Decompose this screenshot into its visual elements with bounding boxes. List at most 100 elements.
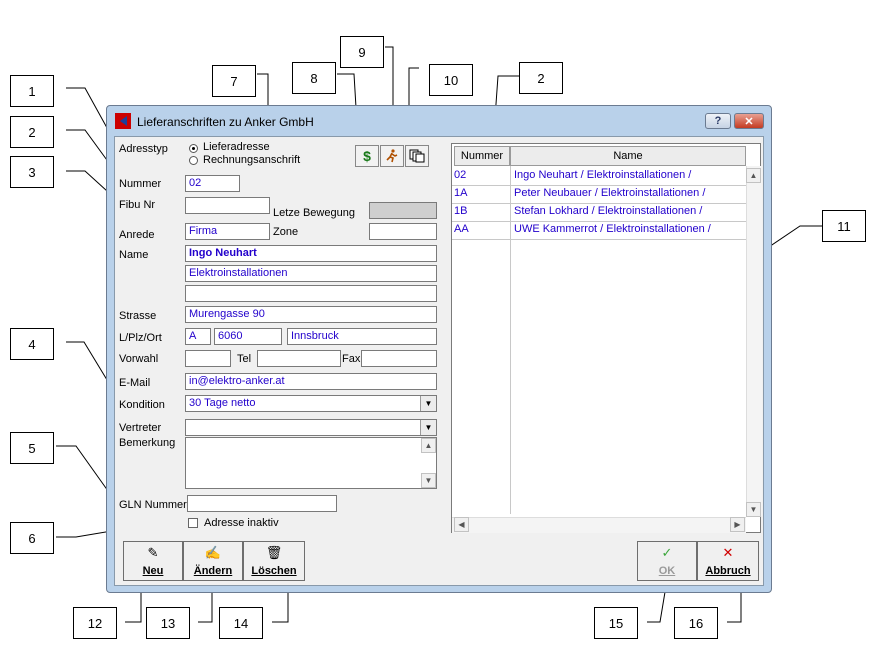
callout-8: 8 — [292, 62, 336, 94]
vertical-scrollbar[interactable] — [746, 166, 762, 516]
address-list-grid[interactable]: Nummer Name 02 Ingo Neuhart / Elektroins… — [451, 143, 762, 533]
horizontal-scrollbar[interactable] — [452, 517, 746, 533]
hand-writing-icon: ✍ — [204, 545, 222, 560]
close-button[interactable]: ✕ — [734, 113, 764, 129]
loeschen-button-label: Löschen — [251, 565, 297, 577]
vorwahl-label: Vorwahl — [119, 353, 159, 365]
table-row[interactable]: 02 Ingo Neuhart / Elektroinstallationen … — [452, 168, 746, 186]
nummer-label: Nummer — [119, 178, 162, 190]
neu-button[interactable]: ✎ Neu — [123, 541, 183, 581]
fax-field[interactable] — [361, 350, 437, 367]
column-header-name[interactable]: Name — [510, 146, 746, 166]
gln-label: GLN Nummer — [119, 499, 187, 511]
fibu-label: Fibu Nr — [119, 199, 156, 211]
radio-rechnungsanschrift[interactable] — [189, 156, 198, 165]
email-label: E-Mail — [119, 377, 151, 389]
tel-label: Tel — [237, 353, 252, 365]
callout-10: 10 — [429, 64, 473, 96]
app-logo-icon — [115, 113, 131, 129]
bemerkung-textarea[interactable]: ▲ ▼ — [185, 437, 437, 489]
cell-nummer: 1B — [454, 205, 468, 217]
radio-lieferadresse[interactable] — [189, 144, 198, 153]
callout-2: 2 — [10, 116, 54, 148]
ok-button[interactable]: ✓ OK — [637, 541, 697, 581]
vorwahl-field[interactable] — [185, 350, 231, 367]
callout-16: 16 — [674, 607, 718, 639]
table-row[interactable]: 1B Stefan Lokhard / Elektroinstallatione… — [452, 204, 746, 222]
callout-1: 1 — [10, 75, 54, 107]
running-person-icon[interactable] — [380, 145, 404, 167]
kondition-select[interactable]: 30 Tage netto ▼ — [185, 395, 437, 412]
aendern-button[interactable]: ✍ Ändern — [183, 541, 243, 581]
window-title: Lieferanschriften zu Anker GmbH — [137, 115, 314, 129]
vertreter-select[interactable]: ▼ — [185, 419, 437, 436]
aendern-button-label: Ändern — [193, 565, 233, 577]
letzte-bewegung-field — [369, 202, 437, 219]
name3-field[interactable] — [185, 285, 437, 302]
cell-nummer: AA — [454, 223, 469, 235]
tel-field[interactable] — [257, 350, 341, 367]
cancel-x-icon: ✕ — [722, 545, 734, 560]
cell-name: Stefan Lokhard / Elektroinstallationen / — [514, 205, 703, 217]
kondition-label: Kondition — [119, 399, 165, 411]
callout-5: 5 — [10, 432, 54, 464]
callout-7: 7 — [212, 65, 256, 97]
callout-6: 6 — [10, 522, 54, 554]
inaktiv-label: Adresse inaktiv — [204, 517, 279, 529]
callout-15: 15 — [594, 607, 638, 639]
anrede-field[interactable]: Firma — [185, 223, 270, 240]
bemerkung-label: Bemerkung — [119, 437, 176, 449]
trash-icon: 🗑 — [265, 545, 283, 560]
chevron-down-icon[interactable]: ▼ — [420, 396, 436, 411]
chevron-down-icon[interactable]: ▼ — [420, 420, 436, 435]
zone-label: Zone — [273, 226, 299, 238]
callout-14: 14 — [219, 607, 263, 639]
loeschen-button[interactable]: 🗑 Löschen — [243, 541, 305, 581]
name2-field[interactable]: Elektroinstallationen — [185, 265, 437, 282]
plz-field[interactable]: 6060 — [214, 328, 282, 345]
help-button[interactable]: ? — [705, 113, 731, 129]
abbruch-button-label: Abbruch — [705, 565, 751, 577]
cell-name: Ingo Neuhart / Elektroinstallationen / — [514, 169, 692, 181]
title-bar[interactable]: Lieferanschriften zu Anker GmbH ? ✕ — [107, 106, 771, 136]
dollar-icon[interactable]: $ — [355, 145, 379, 167]
gln-field[interactable] — [187, 495, 337, 512]
radio-lieferadresse-label: Lieferadresse — [203, 141, 270, 153]
zone-field[interactable] — [369, 223, 437, 240]
scroll-up-icon[interactable]: ▲ — [421, 438, 436, 453]
scroll-right-icon[interactable]: ▶ — [730, 517, 745, 532]
nummer-field[interactable]: 02 — [185, 175, 240, 192]
ok-button-label: OK — [658, 565, 676, 577]
pencil-icon: ✎ — [147, 545, 159, 560]
name-field[interactable]: Ingo Neuhart — [185, 245, 437, 262]
callout-4: 4 — [10, 328, 54, 360]
letzte-bewegung-label: Letze Bewegung — [273, 207, 355, 219]
copy-pages-icon[interactable] — [405, 145, 429, 167]
callout-11: 11 — [822, 210, 866, 242]
inaktiv-checkbox[interactable] — [188, 518, 198, 528]
column-header-nummer[interactable]: Nummer — [454, 146, 510, 166]
callout-3: 3 — [10, 156, 54, 188]
callout-13: 13 — [146, 607, 190, 639]
table-row[interactable]: 1A Peter Neubauer / Elektroinstallatione… — [452, 186, 746, 204]
callout-12: 12 — [73, 607, 117, 639]
kondition-value: 30 Tage netto — [189, 397, 256, 409]
strasse-label: Strasse — [119, 310, 157, 322]
abbruch-button[interactable]: ✕ Abbruch — [697, 541, 759, 581]
ort-field[interactable]: Innsbruck — [287, 328, 437, 345]
fax-label: Fax — [342, 353, 361, 365]
scroll-down-icon[interactable]: ▼ — [421, 473, 436, 488]
land-field[interactable]: A — [185, 328, 211, 345]
scroll-up-icon[interactable]: ▲ — [746, 168, 761, 183]
cell-nummer: 1A — [454, 187, 468, 199]
email-field[interactable]: in@elektro-anker.at — [185, 373, 437, 390]
fibu-field[interactable] — [185, 197, 270, 214]
adresstyp-label: Adresstyp — [119, 143, 168, 155]
vertreter-label: Vertreter — [119, 422, 162, 434]
scroll-down-icon[interactable]: ▼ — [746, 502, 761, 517]
scroll-left-icon[interactable]: ◀ — [454, 517, 469, 532]
strasse-field[interactable]: Murengasse 90 — [185, 306, 437, 323]
radio-rechnungsanschrift-label: Rechnungsanschrift — [203, 154, 301, 166]
name-label: Name — [119, 249, 149, 261]
table-row[interactable]: AA UWE Kammerrot / Elektroinstallationen… — [452, 222, 746, 240]
